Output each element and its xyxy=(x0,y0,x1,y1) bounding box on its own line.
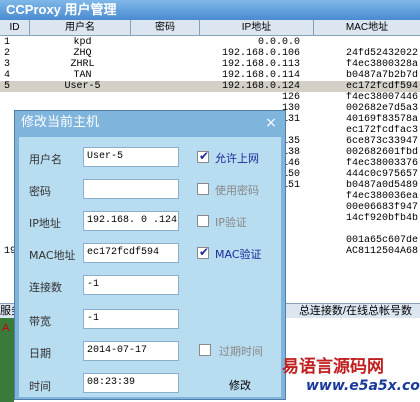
col-header-username[interactable]: 用户名 xyxy=(30,20,131,36)
row-mac: 002682e7d5a3 xyxy=(345,103,418,114)
mac-label: MAC地址 xyxy=(29,249,76,262)
grid-header: ID 用户名 密码 IP地址 MAC地址 xyxy=(0,20,420,36)
table-row[interactable]: 2 ZHQ 192.168.0.106 24fd52432022 xyxy=(0,48,420,59)
row-ip: 192.168.0.106 xyxy=(221,48,300,59)
dialog-title: 修改当前主机 xyxy=(21,115,100,130)
use-password-label[interactable]: 使用密码 xyxy=(215,182,259,198)
table-row[interactable]: 126 f4ec38007446 xyxy=(0,92,420,103)
row-username: TAN xyxy=(73,70,92,81)
table-row[interactable]: 4 TAN 192.168.0.114 b0487a7b2b7d xyxy=(0,70,420,81)
row-ip: 0.0.0.0 xyxy=(257,37,300,48)
ip-input[interactable]: 192.168. 0 .124 xyxy=(83,211,179,231)
watermark-url: www.e5a5x.com xyxy=(306,378,420,394)
row-id: 5 xyxy=(4,81,11,92)
username-label: 用户名 xyxy=(29,153,62,166)
row-id: 1 xyxy=(4,37,11,48)
row-ip: 192.168.0.114 xyxy=(221,70,300,81)
row-mac: 002682601fbd xyxy=(345,147,418,158)
password-input[interactable] xyxy=(83,179,179,199)
row-mac: 00e06683f947 xyxy=(345,202,418,213)
col-header-ip[interactable]: IP地址 xyxy=(200,20,314,36)
row-id: 2 xyxy=(4,48,11,59)
row-mac: b0487a7b2b7d xyxy=(345,70,418,81)
time-input[interactable]: 08:23:39 xyxy=(83,373,179,393)
status-right: 总连接数/在线总帐号数 xyxy=(298,305,412,317)
bandwidth-label: 带宽 xyxy=(29,315,51,328)
ip-verify-checkbox[interactable] xyxy=(197,215,209,227)
connections-label: 连接数 xyxy=(29,281,62,294)
col-header-id[interactable]: ID xyxy=(0,20,30,36)
dialog-body: 用户名 User-5 密码 IP地址 192.168. 0 .124 MAC地址… xyxy=(19,137,281,397)
allow-internet-label[interactable]: 允许上网 xyxy=(215,150,259,166)
ip-verify-label[interactable]: IP验证 xyxy=(215,214,247,230)
edit-host-dialog: 修改当前主机 × 用户名 User-5 密码 IP地址 192.168. 0 .… xyxy=(14,110,286,400)
modify-button[interactable]: 修改 xyxy=(229,377,251,393)
row-mac: ec172fcdfac3 xyxy=(345,125,418,136)
bottom-strip: A xyxy=(0,318,14,402)
row-ip: 192.168.0.124 xyxy=(221,81,300,92)
close-icon[interactable]: × xyxy=(263,115,279,131)
username-input[interactable]: User-5 xyxy=(83,147,179,167)
row-id: 4 xyxy=(4,70,11,81)
row-username: User-5 xyxy=(64,81,101,92)
bandwidth-input[interactable]: -1 xyxy=(83,309,179,329)
row-ip: 126 xyxy=(281,92,300,103)
row-mac: f4ec3800328a xyxy=(345,59,418,70)
mac-input[interactable]: ec172fcdf594 xyxy=(83,243,179,263)
row-id: 3 xyxy=(4,59,11,70)
row-mac: ec172fcdf594 xyxy=(345,81,418,92)
row-mac: 14cf920bfb4b xyxy=(345,213,418,224)
row-username: ZHRL xyxy=(70,59,95,70)
watermark-text: 易语言源码网 xyxy=(282,357,384,377)
row-mac: 001a65c607de xyxy=(345,235,418,246)
table-row[interactable]: 3 ZHRL 192.168.0.113 f4ec3800328a xyxy=(0,59,420,70)
row-mac: f4ec38007446 xyxy=(345,92,418,103)
mac-verify-label[interactable]: MAC验证 xyxy=(215,246,262,262)
row-mac: 6ce873c33947 xyxy=(345,136,418,147)
mac-verify-checkbox[interactable] xyxy=(197,245,209,259)
table-row[interactable]: 5 User-5 192.168.0.124 ec172fcdf594 xyxy=(0,81,420,92)
date-label: 日期 xyxy=(29,347,51,360)
row-username: kpd xyxy=(73,37,92,48)
ip-label: IP地址 xyxy=(29,217,61,230)
time-label: 时间 xyxy=(29,380,51,393)
use-password-checkbox[interactable] xyxy=(197,183,209,195)
row-username: ZHQ xyxy=(73,48,92,59)
date-input[interactable]: 2014-07-17 xyxy=(83,341,179,361)
connections-input[interactable]: -1 xyxy=(83,275,179,295)
window-title: CCProxy 用户管理 xyxy=(0,0,420,20)
row-ip: 192.168.0.113 xyxy=(221,59,300,70)
allow-internet-checkbox[interactable] xyxy=(197,149,209,163)
row-mac: f4ec38003376 xyxy=(345,158,418,169)
row-mac: 24fd52432022 xyxy=(345,48,418,59)
row-mac: AC8112504A68 xyxy=(345,246,418,257)
row-mac: f4ec380036ea xyxy=(345,191,418,202)
expire-checkbox[interactable] xyxy=(199,344,211,356)
row-mac: 444c0c975657 xyxy=(345,169,418,180)
table-row[interactable]: 1 kpd 0.0.0.0 xyxy=(0,37,420,48)
password-label: 密码 xyxy=(29,185,51,198)
row-mac: 40169f83578a xyxy=(345,114,418,125)
col-header-password[interactable]: 密码 xyxy=(131,20,200,36)
bottom-strip-label: A xyxy=(2,322,10,334)
col-header-mac[interactable]: MAC地址 xyxy=(314,20,420,36)
row-mac: b0487a0d5489 xyxy=(345,180,418,191)
expire-label[interactable]: 过期时间 xyxy=(219,343,263,359)
